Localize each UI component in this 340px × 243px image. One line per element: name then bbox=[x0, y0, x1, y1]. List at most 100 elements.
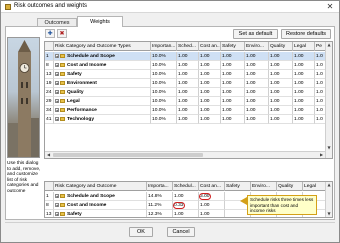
row-category[interactable]: + Cost and Income bbox=[54, 61, 151, 70]
table-row[interactable]: 24 + Quality 10.0% 1.00 1.00 1.00 1.00 1.00 1.00 1… bbox=[45, 88, 327, 97]
matrix-row-category[interactable]: + Schedule and Scope bbox=[54, 192, 147, 201]
expand-icon[interactable]: + bbox=[55, 116, 59, 121]
matrix-scroll-down-icon[interactable]: ▼ bbox=[326, 211, 332, 217]
matrix-row-importance[interactable]: 14.8% bbox=[147, 192, 173, 201]
top-grid-horizontal-scrollbar[interactable]: ◀ ▶ bbox=[45, 151, 325, 158]
row-weight[interactable]: 1.00 bbox=[199, 115, 221, 124]
expand-icon[interactable]: + bbox=[55, 202, 59, 207]
row-weight[interactable]: 1.00 bbox=[269, 79, 293, 88]
row-weight[interactable]: 1.00 bbox=[245, 52, 269, 61]
row-weight[interactable]: 1.00 bbox=[269, 106, 293, 115]
row-weight[interactable]: 1.00 bbox=[245, 115, 269, 124]
header-importance[interactable]: Importan... bbox=[151, 42, 177, 51]
row-category[interactable]: + Technology bbox=[54, 115, 151, 124]
header-safety[interactable]: Safety bbox=[221, 42, 245, 51]
row-category[interactable]: + Safety bbox=[54, 70, 151, 79]
row-weight[interactable]: 1.00 bbox=[221, 61, 245, 70]
matrix-scroll-up-icon[interactable]: ▲ bbox=[326, 182, 332, 188]
row-weight[interactable]: 1.00 bbox=[221, 97, 245, 106]
expand-icon[interactable]: + bbox=[55, 98, 59, 103]
expand-icon[interactable]: + bbox=[55, 107, 59, 112]
matrix-header-environment[interactable]: Enviro... bbox=[251, 182, 277, 191]
matrix-header-category[interactable]: Risk Category and Outcome bbox=[54, 182, 147, 191]
remove-icon[interactable]: ✖ bbox=[57, 29, 67, 38]
row-weight[interactable]: 1.00 bbox=[221, 88, 245, 97]
row-importance[interactable]: 10.0% bbox=[151, 52, 177, 61]
matrix-row-category[interactable]: + Cost and Income bbox=[54, 201, 147, 210]
row-weight[interactable]: 1.00 bbox=[199, 52, 221, 61]
row-weight[interactable]: 1.00 bbox=[245, 88, 269, 97]
row-importance[interactable]: 10.0% bbox=[151, 106, 177, 115]
matrix-header-schedule[interactable]: Schedul... bbox=[173, 182, 199, 191]
matrix-weight[interactable]: 1.00 bbox=[199, 210, 225, 217]
row-weight[interactable]: 1.00 bbox=[177, 115, 199, 124]
matrix-row-category[interactable]: + Safety bbox=[54, 210, 147, 217]
expand-icon[interactable]: + bbox=[55, 62, 59, 67]
row-weight[interactable]: 1.00 bbox=[199, 70, 221, 79]
expand-icon[interactable]: + bbox=[55, 89, 59, 94]
add-icon[interactable]: ✚ bbox=[45, 29, 55, 38]
row-weight[interactable]: 1.00 bbox=[293, 52, 315, 61]
row-weight[interactable]: 1.00 bbox=[293, 88, 315, 97]
row-importance[interactable]: 10.0% bbox=[151, 79, 177, 88]
row-weight[interactable]: 1.00 bbox=[293, 61, 315, 70]
restore-defaults-button[interactable]: Restore defaults bbox=[281, 29, 331, 39]
ok-button[interactable]: OK bbox=[129, 227, 153, 237]
matrix-row-importance[interactable]: 11.2% bbox=[147, 201, 173, 210]
row-weight[interactable]: 1.00 bbox=[293, 115, 315, 124]
matrix-header-cost[interactable]: Cost an... bbox=[199, 182, 225, 191]
row-weight[interactable]: 1.00 bbox=[293, 70, 315, 79]
matrix-header-quality[interactable]: Quality bbox=[277, 182, 303, 191]
title-bar[interactable]: Risk outcomes and weights ✕ bbox=[1, 1, 339, 13]
row-category[interactable]: + Performance bbox=[54, 106, 151, 115]
row-weight[interactable]: 1.00 bbox=[245, 70, 269, 79]
row-weight[interactable]: 1.00 bbox=[269, 115, 293, 124]
row-category[interactable]: + Environment bbox=[54, 79, 151, 88]
scroll-right-icon[interactable]: ▶ bbox=[318, 152, 325, 158]
row-weight[interactable]: 1.00 bbox=[199, 106, 221, 115]
expand-icon[interactable]: + bbox=[55, 71, 59, 76]
top-grid-vertical-scrollbar[interactable]: ▲ ▼ bbox=[325, 42, 332, 158]
table-row[interactable]: 29 + Legal 10.0% 1.00 1.00 1.00 1.00 1.00 1.00 1.0 bbox=[45, 97, 327, 106]
row-importance[interactable]: 10.0% bbox=[151, 88, 177, 97]
header-category[interactable]: Risk Category and Outcome Types bbox=[54, 42, 151, 51]
matrix-header-importance[interactable]: Importa... bbox=[147, 182, 173, 191]
row-weight[interactable]: 1.00 bbox=[269, 61, 293, 70]
row-weight[interactable]: 1.00 bbox=[221, 106, 245, 115]
scroll-thumb[interactable] bbox=[53, 153, 203, 157]
table-row[interactable]: 41 + Technology 10.0% 1.00 1.00 1.00 1.00 1.00 1.… bbox=[45, 115, 327, 124]
expand-icon[interactable]: + bbox=[55, 53, 59, 58]
matrix-weight[interactable]: 1.00 bbox=[173, 192, 199, 201]
expand-icon[interactable]: + bbox=[55, 80, 59, 85]
row-weight[interactable]: 1.00 bbox=[293, 79, 315, 88]
matrix-weight[interactable]: 0.33 bbox=[173, 201, 199, 210]
table-row[interactable]: 8 + Cost and Income 10.0% 1.00 1.00 1.00 1.00 1.… bbox=[45, 61, 327, 70]
row-weight[interactable]: 1.00 bbox=[177, 70, 199, 79]
header-environment[interactable]: Enviro... bbox=[245, 42, 269, 51]
row-weight[interactable]: 1.00 bbox=[177, 97, 199, 106]
row-weight[interactable]: 1.00 bbox=[245, 97, 269, 106]
row-weight[interactable]: 1.00 bbox=[269, 97, 293, 106]
matrix-header-legal[interactable]: Legal bbox=[303, 182, 327, 191]
row-importance[interactable]: 10.0% bbox=[151, 61, 177, 70]
row-weight[interactable]: 1.00 bbox=[293, 97, 315, 106]
row-importance[interactable]: 10.0% bbox=[151, 97, 177, 106]
row-weight[interactable]: 1.00 bbox=[221, 52, 245, 61]
row-weight[interactable]: 1.00 bbox=[293, 106, 315, 115]
matrix-weight[interactable]: 3.00 bbox=[199, 192, 225, 201]
matrix-vertical-scrollbar[interactable]: ▲ ▼ bbox=[325, 182, 332, 217]
header-legal[interactable]: Legal bbox=[293, 42, 315, 51]
set-default-button[interactable]: Set as default bbox=[233, 29, 278, 39]
header-schedule[interactable]: Sched... bbox=[177, 42, 199, 51]
row-weight[interactable]: 1.00 bbox=[199, 79, 221, 88]
expand-icon[interactable]: + bbox=[55, 211, 59, 216]
row-weight[interactable]: 1.00 bbox=[177, 88, 199, 97]
table-row[interactable]: 13 + Safety 10.0% 1.00 1.00 1.00 1.00 1.00 1.00 1.… bbox=[45, 70, 327, 79]
row-weight[interactable]: 1.00 bbox=[269, 88, 293, 97]
matrix-row-importance[interactable]: 12.3% bbox=[147, 210, 173, 217]
scroll-down-icon[interactable]: ▼ bbox=[326, 145, 332, 151]
tab-weights[interactable]: Weights bbox=[77, 16, 123, 27]
table-row[interactable]: 1 + Schedule and Scope 10.0% 1.00 1.00 1.00 1.0… bbox=[45, 52, 327, 61]
row-category[interactable]: + Schedule and Scope bbox=[54, 52, 151, 61]
table-row[interactable]: 19 + Environment 10.0% 1.00 1.00 1.00 1.00 1.00 1… bbox=[45, 79, 327, 88]
